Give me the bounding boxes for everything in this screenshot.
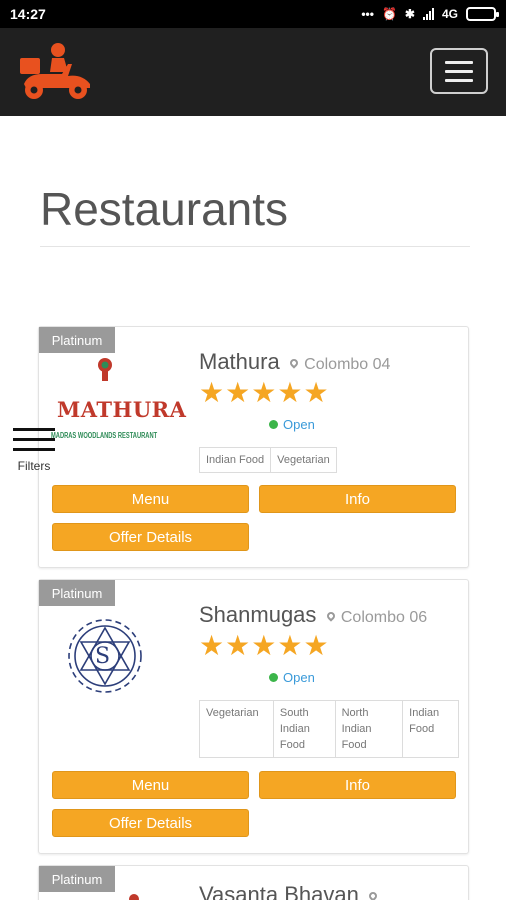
restaurant-card: Platinum S Shanmugas Colombo 06 ★ ★ ★ ★ … xyxy=(38,579,469,854)
name-row: Shanmugas Colombo 06 xyxy=(199,602,427,628)
star-icon: ★ xyxy=(199,630,225,661)
status-label: Open xyxy=(283,670,315,685)
location-pin-icon xyxy=(288,357,300,369)
info-button[interactable]: Info xyxy=(259,771,456,799)
delivery-scooter-logo-icon[interactable] xyxy=(18,40,94,102)
bluetooth-icon: ✱ xyxy=(404,7,415,21)
info-button[interactable]: Info xyxy=(259,485,456,513)
cuisine-tag: Indian Food xyxy=(402,700,459,758)
menu-bar xyxy=(445,78,473,82)
logo-subtext: MADRAS WOODLANDS RESTAURANT xyxy=(51,431,158,440)
nav-menu-button[interactable] xyxy=(430,48,488,94)
star-icon: ★ xyxy=(277,377,303,408)
restaurant-location: Colombo 06 xyxy=(340,609,428,626)
offer-details-button[interactable]: Offer Details xyxy=(52,809,249,837)
star-icon: ★ xyxy=(277,630,303,661)
name-row: Vasanta Bhavan xyxy=(199,882,381,900)
star-icon: ★ xyxy=(199,377,225,408)
tier-badge: Platinum xyxy=(39,580,115,606)
restaurant-card: Platinum Vasanta Bhavan xyxy=(38,865,469,900)
star-icon: ★ xyxy=(303,630,329,661)
tier-badge: Platinum xyxy=(39,327,115,353)
open-status: Open xyxy=(269,670,315,685)
location-pin-icon xyxy=(325,610,337,622)
filters-toggle[interactable]: Filters xyxy=(12,428,56,473)
restaurant-logo[interactable]: S xyxy=(49,606,183,706)
status-dot-icon xyxy=(269,420,278,429)
cuisine-tag: North Indian Food xyxy=(334,700,404,758)
location-pin-icon xyxy=(367,890,379,900)
name-row: Mathura Colombo 04 xyxy=(199,349,390,375)
tier-badge: Platinum xyxy=(39,866,115,892)
cuisine-tag: Indian Food xyxy=(198,447,272,473)
star-icon: ★ xyxy=(303,377,329,408)
restaurant-logo-icon xyxy=(129,894,139,900)
status-label: Open xyxy=(283,417,315,432)
restaurant-name[interactable]: Shanmugas xyxy=(199,602,316,627)
restaurant-card: Platinum MATHURA MADRAS WOODLANDS RESTAU… xyxy=(38,326,469,568)
menu-button[interactable]: Menu xyxy=(52,771,249,799)
logo-text: MATHURA xyxy=(57,397,187,422)
rating-stars: ★ ★ ★ ★ ★ xyxy=(199,379,329,407)
status-time: 14:27 xyxy=(10,6,46,22)
restaurant-name[interactable]: Mathura xyxy=(199,349,280,374)
cuisine-tag: Vegetarian xyxy=(270,447,337,473)
open-status: Open xyxy=(269,417,315,432)
cuisine-tags: Vegetarian South Indian Food North India… xyxy=(199,700,459,758)
offer-details-button[interactable]: Offer Details xyxy=(52,523,249,551)
network-type: 4G xyxy=(441,7,458,21)
shanmugas-logo-icon xyxy=(68,619,142,693)
filter-menu-icon xyxy=(13,428,55,451)
status-dot-icon xyxy=(269,673,278,682)
restaurant-name[interactable]: Vasanta Bhavan xyxy=(199,882,359,900)
cuisine-tag: South Indian Food xyxy=(272,700,336,758)
battery-icon xyxy=(466,7,499,21)
star-icon: ★ xyxy=(225,630,251,661)
status-icons: ••• ⏰ ✱ 4G xyxy=(361,7,499,21)
status-bar: 14:27 ••• ⏰ ✱ 4G xyxy=(0,0,506,28)
star-icon: ★ xyxy=(251,377,277,408)
alarm-icon: ⏰ xyxy=(381,7,397,21)
cuisine-tag: Vegetarian xyxy=(199,700,274,758)
restaurant-location: Colombo 04 xyxy=(304,356,391,373)
signal-icon xyxy=(422,8,434,20)
menu-bar xyxy=(445,69,473,73)
logo-text: S xyxy=(95,644,111,669)
top-navbar xyxy=(0,28,506,116)
title-divider xyxy=(40,246,470,247)
rating-stars: ★ ★ ★ ★ ★ xyxy=(199,632,329,660)
menu-button[interactable]: Menu xyxy=(52,485,249,513)
more-icon: ••• xyxy=(361,7,374,21)
filters-label: Filters xyxy=(17,459,51,473)
page-title: Restaurants xyxy=(40,183,289,235)
cuisine-tags: Indian Food Vegetarian xyxy=(198,447,337,473)
menu-bar xyxy=(445,60,473,64)
star-icon: ★ xyxy=(225,377,251,408)
star-icon: ★ xyxy=(251,630,277,661)
restaurant-logo[interactable]: MATHURA MADRAS WOODLANDS RESTAURANT xyxy=(49,353,187,453)
